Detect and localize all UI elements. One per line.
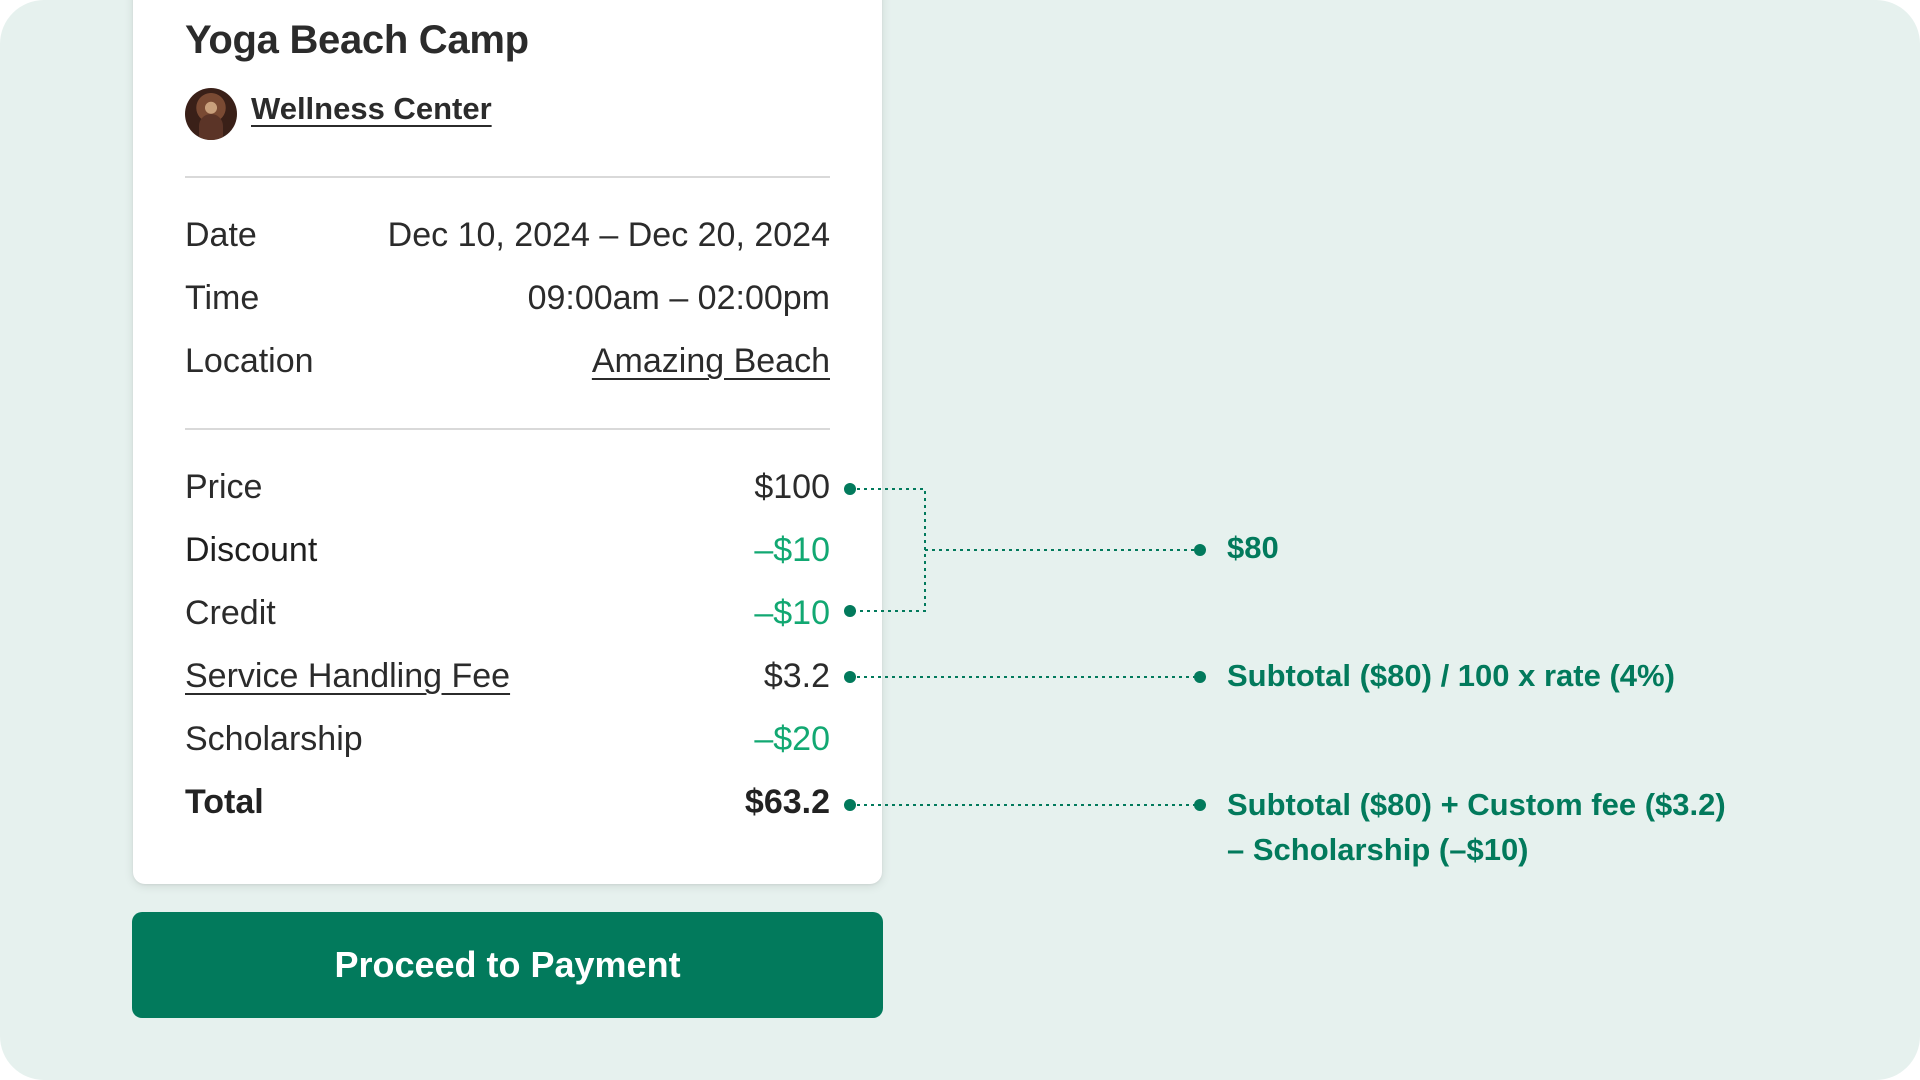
total-label: Total (185, 783, 264, 821)
service-fee-value: $3.2 (763, 657, 830, 695)
total-value: $63.2 (744, 783, 830, 821)
subtotal-annotation: $80 (1227, 530, 1279, 565)
location-link[interactable]: Amazing Beach (592, 342, 830, 381)
divider (185, 428, 830, 430)
fee-note-dot (1194, 671, 1206, 683)
divider (185, 176, 830, 178)
credit-label: Credit (185, 594, 276, 632)
subtotal-dot (1194, 544, 1206, 556)
total-formula-annotation-line1: Subtotal ($80) + Custom fee ($3.2) (1227, 787, 1726, 822)
event-title: Yoga Beach Camp (185, 18, 529, 62)
total-note-dot (1194, 799, 1206, 811)
credit-value: –$10 (754, 594, 830, 632)
scholarship-value: –$20 (754, 720, 830, 758)
discount-value: –$10 (754, 531, 830, 569)
proceed-to-payment-button[interactable]: Proceed to Payment (132, 912, 883, 1018)
time-label: Time (185, 279, 260, 317)
price-value: $100 (754, 468, 830, 506)
fee-formula-annotation: Subtotal ($80) / 100 x rate (4%) (1227, 658, 1675, 693)
discount-label: Discount (185, 531, 318, 569)
time-value: 09:00am – 02:00pm (527, 279, 830, 317)
organizer-link[interactable]: Wellness Center (251, 91, 492, 127)
location-label: Location (185, 342, 314, 380)
scholarship-label: Scholarship (185, 720, 363, 758)
organizer-avatar (185, 88, 237, 140)
page-background: Yoga Beach Camp Wellness Center Date Dec… (0, 0, 1920, 1080)
service-fee-link[interactable]: Service Handling Fee (185, 657, 510, 696)
total-formula-annotation-line2: – Scholarship (–$10) (1227, 832, 1529, 867)
date-value: Dec 10, 2024 – Dec 20, 2024 (387, 216, 830, 254)
date-label: Date (185, 216, 257, 254)
price-label: Price (185, 468, 263, 506)
